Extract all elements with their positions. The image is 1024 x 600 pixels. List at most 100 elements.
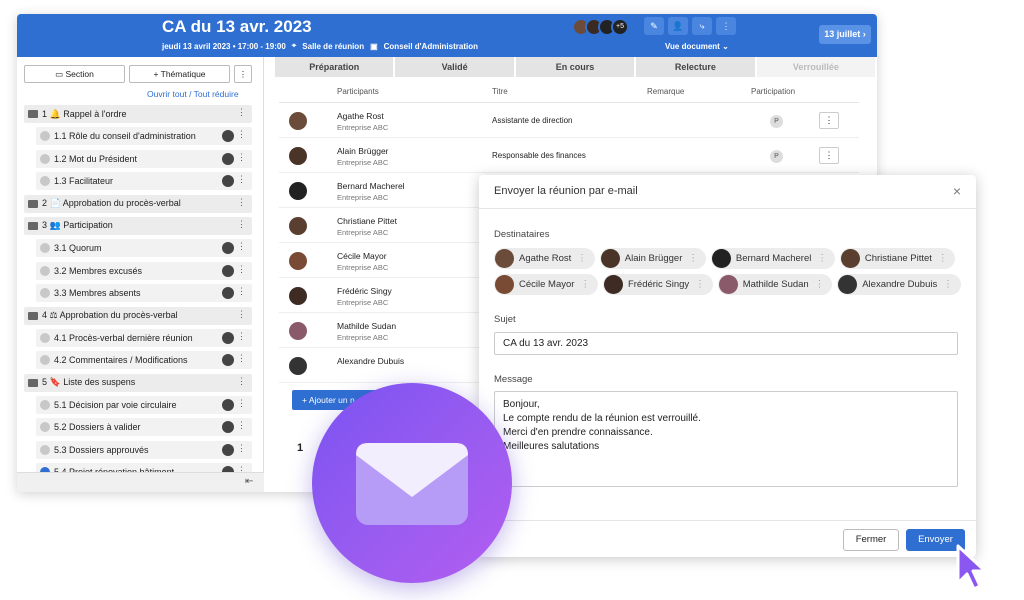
agenda-item[interactable]: 3.3 Membres absents ⋮ <box>36 284 252 303</box>
agenda-item[interactable]: 1.2 Mot du Président ⋮ <box>36 149 252 168</box>
agenda-label: 3.2 Membres excusés <box>54 265 143 276</box>
recipient-name: Alexandre Dubuis <box>862 279 938 290</box>
next-meeting-button[interactable]: 13 juillet › <box>819 25 871 44</box>
step-preparation[interactable]: Préparation <box>275 57 396 77</box>
recipient-chip[interactable]: Mathilde Sudan ⋮ <box>717 274 833 295</box>
more-icon[interactable]: ⋮ <box>577 253 587 264</box>
agenda-item[interactable]: 4.1 Procès-verbal dernière réunion ⋮ <box>36 328 252 347</box>
step-in-progress[interactable]: En cours <box>515 57 637 77</box>
collapse-panel-icon[interactable]: ⇤ <box>245 476 253 487</box>
participation-badge[interactable]: P <box>770 150 783 163</box>
status-circle-icon <box>40 332 50 343</box>
status-circle-icon <box>40 355 50 366</box>
agenda-label: 1.1 Rôle du conseil d'administration <box>54 131 196 142</box>
step-locked[interactable]: Verrouillée <box>756 57 877 77</box>
avatar <box>495 275 514 294</box>
agenda-item[interactable]: 1.3 Facilitateur ⋮ <box>36 172 252 191</box>
table-row[interactable]: Agathe Rost Entreprise ABC Assistante de d… <box>279 103 859 138</box>
step-proofreading[interactable]: Relecture <box>636 57 757 77</box>
avatar <box>222 443 234 456</box>
view-document-dropdown[interactable]: Vue document ⌄ <box>665 42 729 51</box>
add-section-button[interactable]: ▭ Section <box>24 65 125 83</box>
more-icon[interactable]: ⋮ <box>237 197 246 208</box>
more-icon[interactable]: ⋮ <box>237 398 246 409</box>
users-icon[interactable]: 👤 <box>668 17 688 35</box>
agenda-section[interactable]: 4 ⚖ Approbation du procès-verbal ⋮ <box>24 306 252 325</box>
more-icon[interactable]: ⋮ <box>237 152 246 163</box>
envelope-icon <box>356 443 468 525</box>
more-icon[interactable]: ⋮ <box>237 420 246 431</box>
participant-title: Responsable des finances <box>492 151 586 160</box>
recipient-chip[interactable]: Christiane Pittet ⋮ <box>839 248 956 269</box>
send-email-modal: Envoyer la réunion par e-mail × Destinat… <box>479 175 976 557</box>
agenda-section[interactable]: 3 👥 Participation ⋮ <box>24 216 252 235</box>
subject-label: Sujet <box>494 314 516 325</box>
agenda-section[interactable]: 1 🔔 Rappel à l'ordre ⋮ <box>24 105 252 123</box>
recipient-chip[interactable]: Alexandre Dubuis ⋮ <box>837 274 961 295</box>
recipient-chip[interactable]: Alain Brügger ⋮ <box>599 248 706 269</box>
more-icon[interactable]: ⋮ <box>815 279 825 290</box>
more-icon[interactable]: ⋮ <box>688 253 698 264</box>
recipient-chip[interactable]: Bernard Macherel ⋮ <box>710 248 835 269</box>
more-icon[interactable]: ⋮ <box>819 147 839 164</box>
message-line: Le compte rendu de la réunion est verrou… <box>503 413 701 424</box>
status-circle-icon <box>40 153 50 164</box>
add-thematic-button[interactable]: + Thématique <box>129 65 230 83</box>
more-icon[interactable]: ⋮ <box>237 174 246 185</box>
subject-input[interactable]: CA du 13 avr. 2023 <box>494 332 958 355</box>
more-icon[interactable]: ⋮ <box>237 376 246 387</box>
col-participants: Participants <box>337 87 379 96</box>
agenda-item[interactable]: 5.2 Dossiers à valider ⋮ <box>36 418 252 437</box>
recipient-chip[interactable]: Agathe Rost ⋮ <box>494 248 595 269</box>
more-icon[interactable]: ⋮ <box>237 219 246 230</box>
participant-name: Christiane Pittet <box>337 216 397 226</box>
agenda-item[interactable]: 3.2 Membres excusés ⋮ <box>36 261 252 280</box>
edit-icon[interactable]: ✎ <box>644 17 664 35</box>
more-icon[interactable]: ⋮ <box>237 286 246 297</box>
agenda-section[interactable]: 5 🔖 Liste des suspens ⋮ <box>24 373 252 392</box>
more-icon[interactable]: ⋮ <box>237 331 246 342</box>
more-icon[interactable]: ⋮ <box>237 241 246 252</box>
participant-name: Agathe Rost <box>337 111 384 121</box>
agenda-item[interactable]: 1.1 Rôle du conseil d'administration ⋮ <box>36 127 252 146</box>
more-icon[interactable]: ⋮ <box>234 65 252 83</box>
agenda-list: 1 🔔 Rappel à l'ordre ⋮ 1.1 Rôle du conseil… <box>24 105 252 486</box>
agenda-item[interactable]: 5.3 Dossiers approuvés ⋮ <box>36 440 252 459</box>
recipient-chip[interactable]: Frédéric Singy ⋮ <box>602 274 713 295</box>
more-icon[interactable]: ⋮ <box>580 279 590 290</box>
status-circle-icon <box>40 444 50 455</box>
close-icon[interactable]: × <box>953 183 961 199</box>
more-icon[interactable]: ⋮ <box>237 107 246 118</box>
recipient-name: Christiane Pittet <box>864 253 932 264</box>
table-row[interactable]: Alain Brügger Entreprise ABC Responsable d… <box>279 138 859 173</box>
more-icon[interactable]: ⋮ <box>237 264 246 275</box>
expand-all-link[interactable]: Ouvrir tout <box>147 89 187 99</box>
more-icon[interactable]: ⋮ <box>695 279 705 290</box>
close-button[interactable]: Fermer <box>843 529 899 551</box>
agenda-item[interactable]: 5.1 Décision par voie circulaire ⋮ <box>36 396 252 415</box>
more-icon[interactable]: ⋮ <box>237 309 246 320</box>
recipients-list: Agathe Rost ⋮ Alain Brügger ⋮ Bernard Macher… <box>494 248 964 295</box>
message-textarea[interactable]: Bonjour, Le compte rendu de la réunion e… <box>494 391 958 487</box>
collapse-all-link[interactable]: Tout réduire <box>194 89 239 99</box>
more-icon[interactable]: ⋮ <box>237 353 246 364</box>
recipient-chip[interactable]: Cécile Mayor ⋮ <box>494 274 598 295</box>
agenda-label: 4.1 Procès-verbal dernière réunion <box>54 332 193 343</box>
agenda-item[interactable]: 4.2 Commentaires / Modifications ⋮ <box>36 351 252 370</box>
avatar <box>222 152 234 165</box>
step-validated[interactable]: Validé <box>395 57 516 77</box>
more-icon[interactable]: ⋮ <box>716 17 736 35</box>
share-icon[interactable]: ⤷ <box>692 17 712 35</box>
more-icon[interactable]: ⋮ <box>819 112 839 129</box>
agenda-section[interactable]: 2 📄 Approbation du procès-verbal ⋮ <box>24 194 252 213</box>
participation-badge[interactable]: P <box>770 115 783 128</box>
attendee-avatars[interactable]: +5 <box>572 18 629 36</box>
more-icon[interactable]: ⋮ <box>237 129 246 140</box>
recipient-name: Alain Brügger <box>624 253 683 264</box>
agenda-item[interactable]: 3.1 Quorum ⋮ <box>36 239 252 258</box>
more-icon[interactable]: ⋮ <box>237 443 246 454</box>
more-icon[interactable]: ⋮ <box>817 253 827 264</box>
more-icon[interactable]: ⋮ <box>943 279 953 290</box>
more-icon[interactable]: ⋮ <box>938 253 948 264</box>
participant-title: Assistante de direction <box>492 116 573 125</box>
